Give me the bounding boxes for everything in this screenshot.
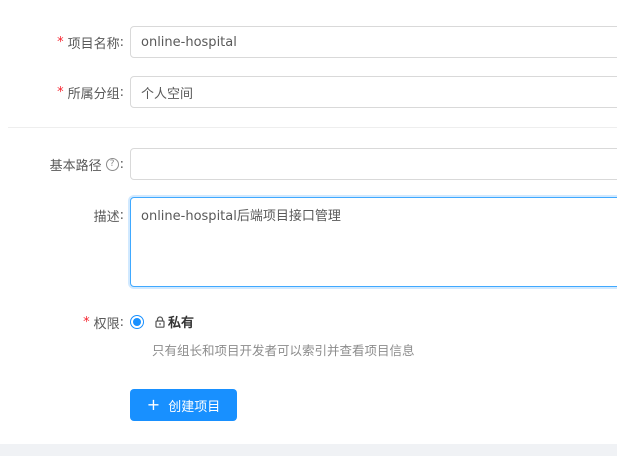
- base-path-label-text: 基本路径: [49, 158, 102, 174]
- label-colon: :: [119, 34, 124, 50]
- private-option-label: 私有: [168, 316, 195, 331]
- label-colon: :: [119, 156, 124, 172]
- question-circle-icon[interactable]: ?: [105, 157, 119, 171]
- radio-selected-dot: [133, 317, 141, 326]
- create-project-button-label: 创建项目: [168, 399, 221, 415]
- permission-label: * 权限:: [83, 313, 124, 332]
- group-label: * 所属分组:: [57, 83, 124, 102]
- group-value: 个人空间: [141, 86, 194, 102]
- project-name-label-text: 项目名称: [67, 36, 120, 52]
- description-textarea[interactable]: online-hospital后端项目接口管理: [130, 197, 617, 287]
- label-colon: :: [119, 208, 124, 223]
- create-project-page: * 项目名称: online-hospital * 所属分组: 个人空间 基本路…: [0, 0, 617, 456]
- base-path-input[interactable]: [130, 148, 617, 180]
- page-footer-bar: [0, 444, 617, 456]
- group-label-text: 所属分组: [67, 86, 120, 102]
- project-name-value: online-hospital: [141, 34, 237, 50]
- description-label: 描述:: [94, 206, 124, 225]
- label-colon: :: [119, 84, 124, 100]
- create-project-button[interactable]: + 创建项目: [130, 389, 237, 421]
- description-label-text: 描述: [93, 210, 120, 225]
- label-colon: :: [119, 315, 124, 330]
- base-path-row: 基本路径 ?:: [0, 148, 617, 180]
- project-name-label: * 项目名称:: [57, 33, 124, 52]
- private-radio[interactable]: [130, 314, 144, 329]
- permission-hint: 只有组长和项目开发者可以索引并查看项目信息: [152, 343, 415, 358]
- section-divider: [8, 127, 617, 128]
- project-name-row: * 项目名称: online-hospital: [0, 26, 617, 58]
- required-mark: *: [57, 84, 64, 100]
- group-row: * 所属分组: 个人空间: [0, 76, 617, 108]
- plus-icon: +: [146, 395, 161, 414]
- description-value: online-hospital后端项目接口管理: [141, 209, 341, 224]
- project-name-input[interactable]: online-hospital: [130, 26, 617, 58]
- base-path-label: 基本路径 ?:: [50, 155, 124, 174]
- lock-icon: [155, 315, 165, 328]
- permission-label-text: 权限: [93, 317, 120, 332]
- group-select[interactable]: 个人空间: [130, 76, 617, 108]
- required-mark: *: [57, 34, 64, 50]
- permission-private-option[interactable]: 私有: [130, 312, 194, 331]
- required-mark: *: [83, 315, 90, 330]
